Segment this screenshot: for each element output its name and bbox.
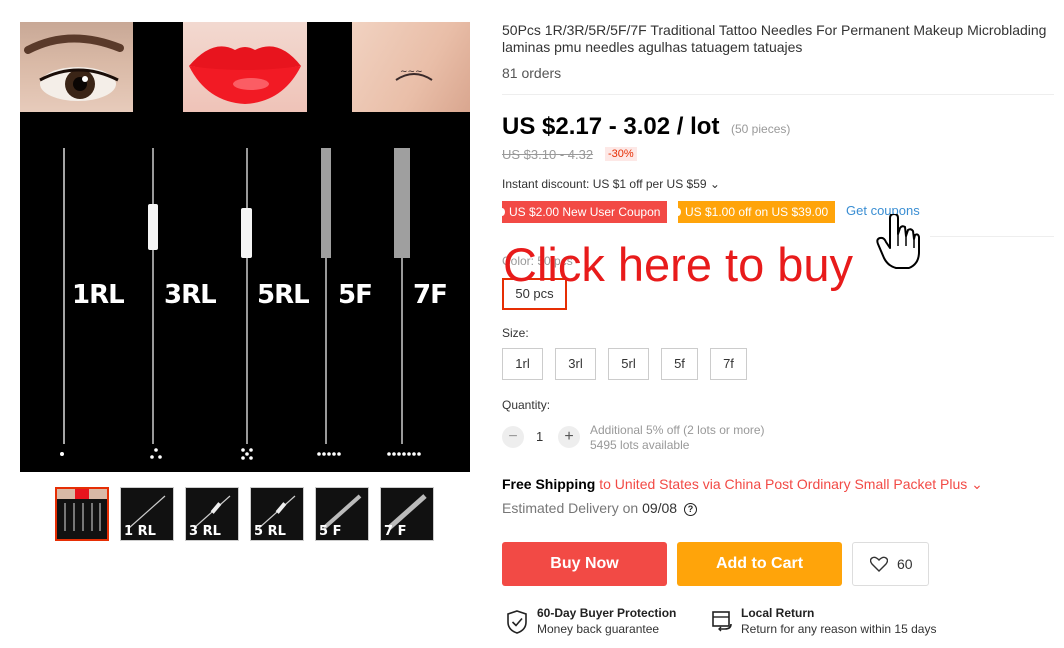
wishlist-button[interactable]: 60 [852, 542, 929, 586]
thumbnail-4[interactable]: 5 RL [250, 487, 304, 541]
bulk-discount-note: Additional 5% off (2 lots or more) [590, 423, 765, 437]
quantity-label: Quantity: [502, 398, 551, 412]
local-return-title: Local Return [741, 606, 815, 620]
hand-pointer-icon [876, 214, 920, 269]
size-option-3rl[interactable]: 3rl [555, 348, 596, 380]
thumbnail-label: 5 F [319, 524, 342, 539]
divider [502, 94, 1054, 95]
delivery-date: 09/08 [642, 500, 678, 516]
buy-now-button[interactable]: Buy Now [502, 542, 667, 586]
add-to-cart-button[interactable]: Add to Cart [677, 542, 842, 586]
shipping-info[interactable]: Free Shipping to United States via China… [502, 476, 983, 493]
question-icon[interactable]: ? [684, 502, 697, 516]
needle-label-7f: 7F [413, 280, 448, 310]
svg-text:~~~: ~~~ [400, 67, 423, 77]
needle-label-5f: 5F [338, 280, 373, 310]
stock-available: 5495 lots available [590, 438, 690, 452]
new-user-coupon[interactable]: US $2.00 New User Coupon [498, 201, 668, 223]
estimated-delivery-label: Estimated Delivery on [502, 500, 643, 516]
price: US $2.17 - 3.02 / lot [502, 113, 720, 140]
buyer-protection-subtitle: Money back guarantee [537, 622, 660, 636]
thumbnail-6[interactable]: 7 F [380, 487, 434, 541]
main-product-image[interactable]: ~~~ 1RL 3RL 5RL 5F 7F [20, 22, 470, 472]
product-title: 50Pcs 1R/3R/5R/5F/7F Traditional Tattoo … [502, 22, 1047, 55]
free-shipping-label: Free Shipping [502, 476, 596, 492]
store-coupon[interactable]: US $1.00 off on US $39.00 [674, 201, 836, 223]
thumbnail-label: 1 RL [124, 524, 156, 539]
needle-dot-patterns [60, 448, 421, 460]
thumbnail-3[interactable]: 3 RL [185, 487, 239, 541]
quantity-decrease-button[interactable]: − [502, 426, 524, 448]
return-box-icon [712, 611, 732, 632]
needle-label-1rl: 1RL [72, 280, 125, 310]
price-unit: (50 pieces) [731, 122, 791, 136]
quantity-value[interactable]: 1 [536, 429, 543, 444]
thumbnail-5[interactable]: 5 F [315, 487, 369, 541]
thumbnail-1[interactable] [55, 487, 109, 541]
wishlist-count: 60 [897, 556, 913, 572]
shipping-method[interactable]: to United States via China Post Ordinary… [595, 476, 983, 492]
buyer-protection: 60-Day Buyer Protection Money back guara… [537, 606, 676, 636]
order-count: 81 orders [502, 65, 562, 81]
size-option-1rl[interactable]: 1rl [502, 348, 543, 380]
divider [930, 236, 1054, 237]
size-option-5f[interactable]: 5f [661, 348, 698, 380]
original-price: US $3.10 - 4.32 [502, 147, 594, 162]
size-option-7f[interactable]: 7f [710, 348, 747, 380]
quantity-increase-button[interactable]: + [558, 426, 580, 448]
estimated-delivery: Estimated Delivery on 09/08 ? [502, 500, 697, 516]
instant-discount[interactable]: Instant discount: US $1 off per US $59 ⌄ [502, 177, 720, 191]
thumbnail-2[interactable]: 1 RL [120, 487, 174, 541]
local-return: Local Return Return for any reason withi… [741, 606, 936, 636]
buyer-protection-title: 60-Day Buyer Protection [537, 606, 677, 620]
size-label: Size: [502, 326, 529, 340]
thumbnail-label: 3 RL [189, 524, 221, 539]
discount-badge: -30% [605, 147, 637, 161]
needle-label-3rl: 3RL [164, 280, 217, 310]
click-here-overlay: Click here to buy [503, 238, 854, 291]
eye-photo [20, 22, 133, 112]
thumbnail-label: 5 RL [254, 524, 286, 539]
local-return-subtitle: Return for any reason within 15 days [741, 622, 937, 636]
heart-icon [870, 556, 888, 572]
lips-photo [183, 22, 307, 112]
needle-label-5rl: 5RL [257, 280, 310, 310]
size-option-5rl[interactable]: 5rl [608, 348, 649, 380]
neck-tattoo-photo: ~~~ [352, 22, 470, 112]
shield-check-icon [507, 610, 527, 634]
thumbnail-label: 7 F [384, 524, 407, 539]
